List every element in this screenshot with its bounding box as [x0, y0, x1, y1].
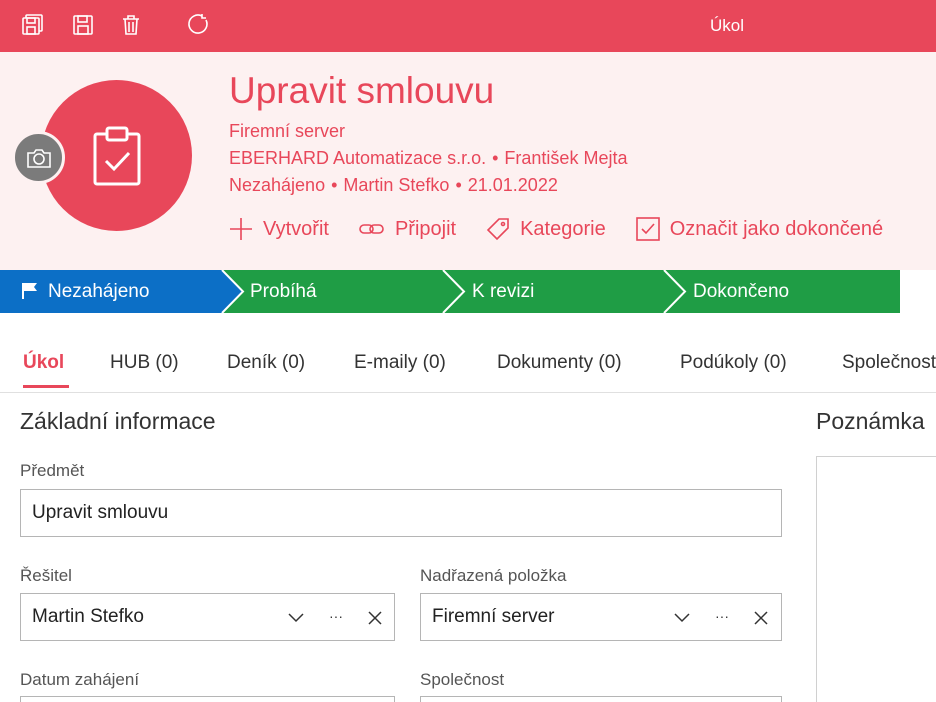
chevron-down-icon[interactable] [671, 607, 693, 629]
mark-done-button[interactable]: Označit jako dokončené [635, 217, 883, 241]
connect-button[interactable]: Připojit [359, 218, 456, 241]
checkbox-icon [635, 217, 660, 241]
tab-denik[interactable]: Deník (0) [227, 352, 305, 374]
camera-icon [26, 148, 51, 168]
subject-input[interactable]: Upravit smlouvu [20, 489, 782, 537]
plus-icon [230, 218, 252, 240]
more-options-icon[interactable]: ··· [711, 605, 733, 627]
stage-label-k-revizi: K revizi [472, 281, 535, 302]
assignee-value: Martin Stefko [32, 606, 144, 627]
delete-icon[interactable] [118, 12, 144, 38]
tab-spolecnost[interactable]: Společnost [842, 352, 936, 374]
subject-label: Předmět [20, 461, 85, 480]
window-title: Úkol [710, 16, 745, 35]
save-icon[interactable] [70, 12, 96, 38]
parent-item-label: Nadřazená položka [420, 566, 567, 585]
note-title: Poznámka [816, 408, 925, 434]
tab-hub[interactable]: HUB (0) [110, 352, 179, 374]
record-title: Upravit smlouvu [229, 70, 495, 111]
company-label: Společnost [420, 670, 505, 689]
more-options-icon[interactable]: ··· [325, 605, 347, 627]
category-button[interactable]: Kategorie [486, 217, 606, 241]
record-contact[interactable]: František Mejta [504, 148, 627, 168]
refresh-icon[interactable] [186, 12, 212, 38]
start-date-label: Datum zahájení [20, 670, 140, 689]
record-parent[interactable]: Firemní server [229, 121, 345, 142]
record-company-line: EBERHARD Automatizace s.r.o. • František M… [229, 148, 628, 168]
stage-label-nezahajeno: Nezahájeno [48, 281, 150, 302]
task-clipboard-icon [93, 126, 140, 185]
stage-label-dokonceno: Dokončeno [693, 281, 790, 302]
record-status: Nezahájeno [229, 175, 326, 195]
section-title-basic-info: Základní informace [20, 408, 216, 434]
company-lookup[interactable] [420, 696, 782, 702]
stage-label-probiha: Probíhá [250, 281, 317, 302]
header-actions: Vytvořit Připojit Kategorie Označit jako… [229, 214, 913, 244]
record-tabs: Úkol HUB (0) Deník (0) E-maily (0) Dokum… [0, 340, 936, 393]
tab-podukoly[interactable]: Podúkoly (0) [680, 352, 787, 374]
change-photo-button[interactable] [12, 131, 65, 184]
note-textarea[interactable] [816, 456, 936, 702]
clear-icon[interactable] [750, 607, 772, 629]
start-date-input[interactable] [20, 696, 395, 702]
tab-ukol[interactable]: Úkol [23, 352, 64, 374]
parent-item-lookup[interactable]: Firemní server ··· [420, 593, 782, 641]
record-company[interactable]: EBERHARD Automatizace s.r.o. [229, 148, 486, 168]
assignee-label: Řešitel [20, 566, 72, 585]
save-close-icon[interactable] [20, 12, 46, 38]
assignee-lookup[interactable]: Martin Stefko ··· [20, 593, 395, 641]
parent-item-value: Firemní server [432, 606, 555, 627]
chevron-down-icon[interactable] [285, 607, 307, 629]
top-toolbar: Úkol [0, 0, 936, 52]
tab-dokumenty[interactable]: Dokumenty (0) [497, 352, 622, 374]
link-icon [359, 224, 384, 234]
clear-icon[interactable] [364, 607, 386, 629]
record-owner[interactable]: Martin Stefko [343, 175, 449, 195]
active-tab-indicator [23, 385, 69, 388]
create-button[interactable]: Vytvořit [229, 217, 329, 241]
tab-emaily[interactable]: E-maily (0) [354, 352, 446, 374]
subject-value: Upravit smlouvu [32, 502, 169, 523]
tag-icon [486, 218, 509, 241]
record-date: 21.01.2022 [467, 175, 558, 195]
record-status-line: Nezahájeno • Martin Stefko • 21.01.2022 [229, 175, 558, 195]
